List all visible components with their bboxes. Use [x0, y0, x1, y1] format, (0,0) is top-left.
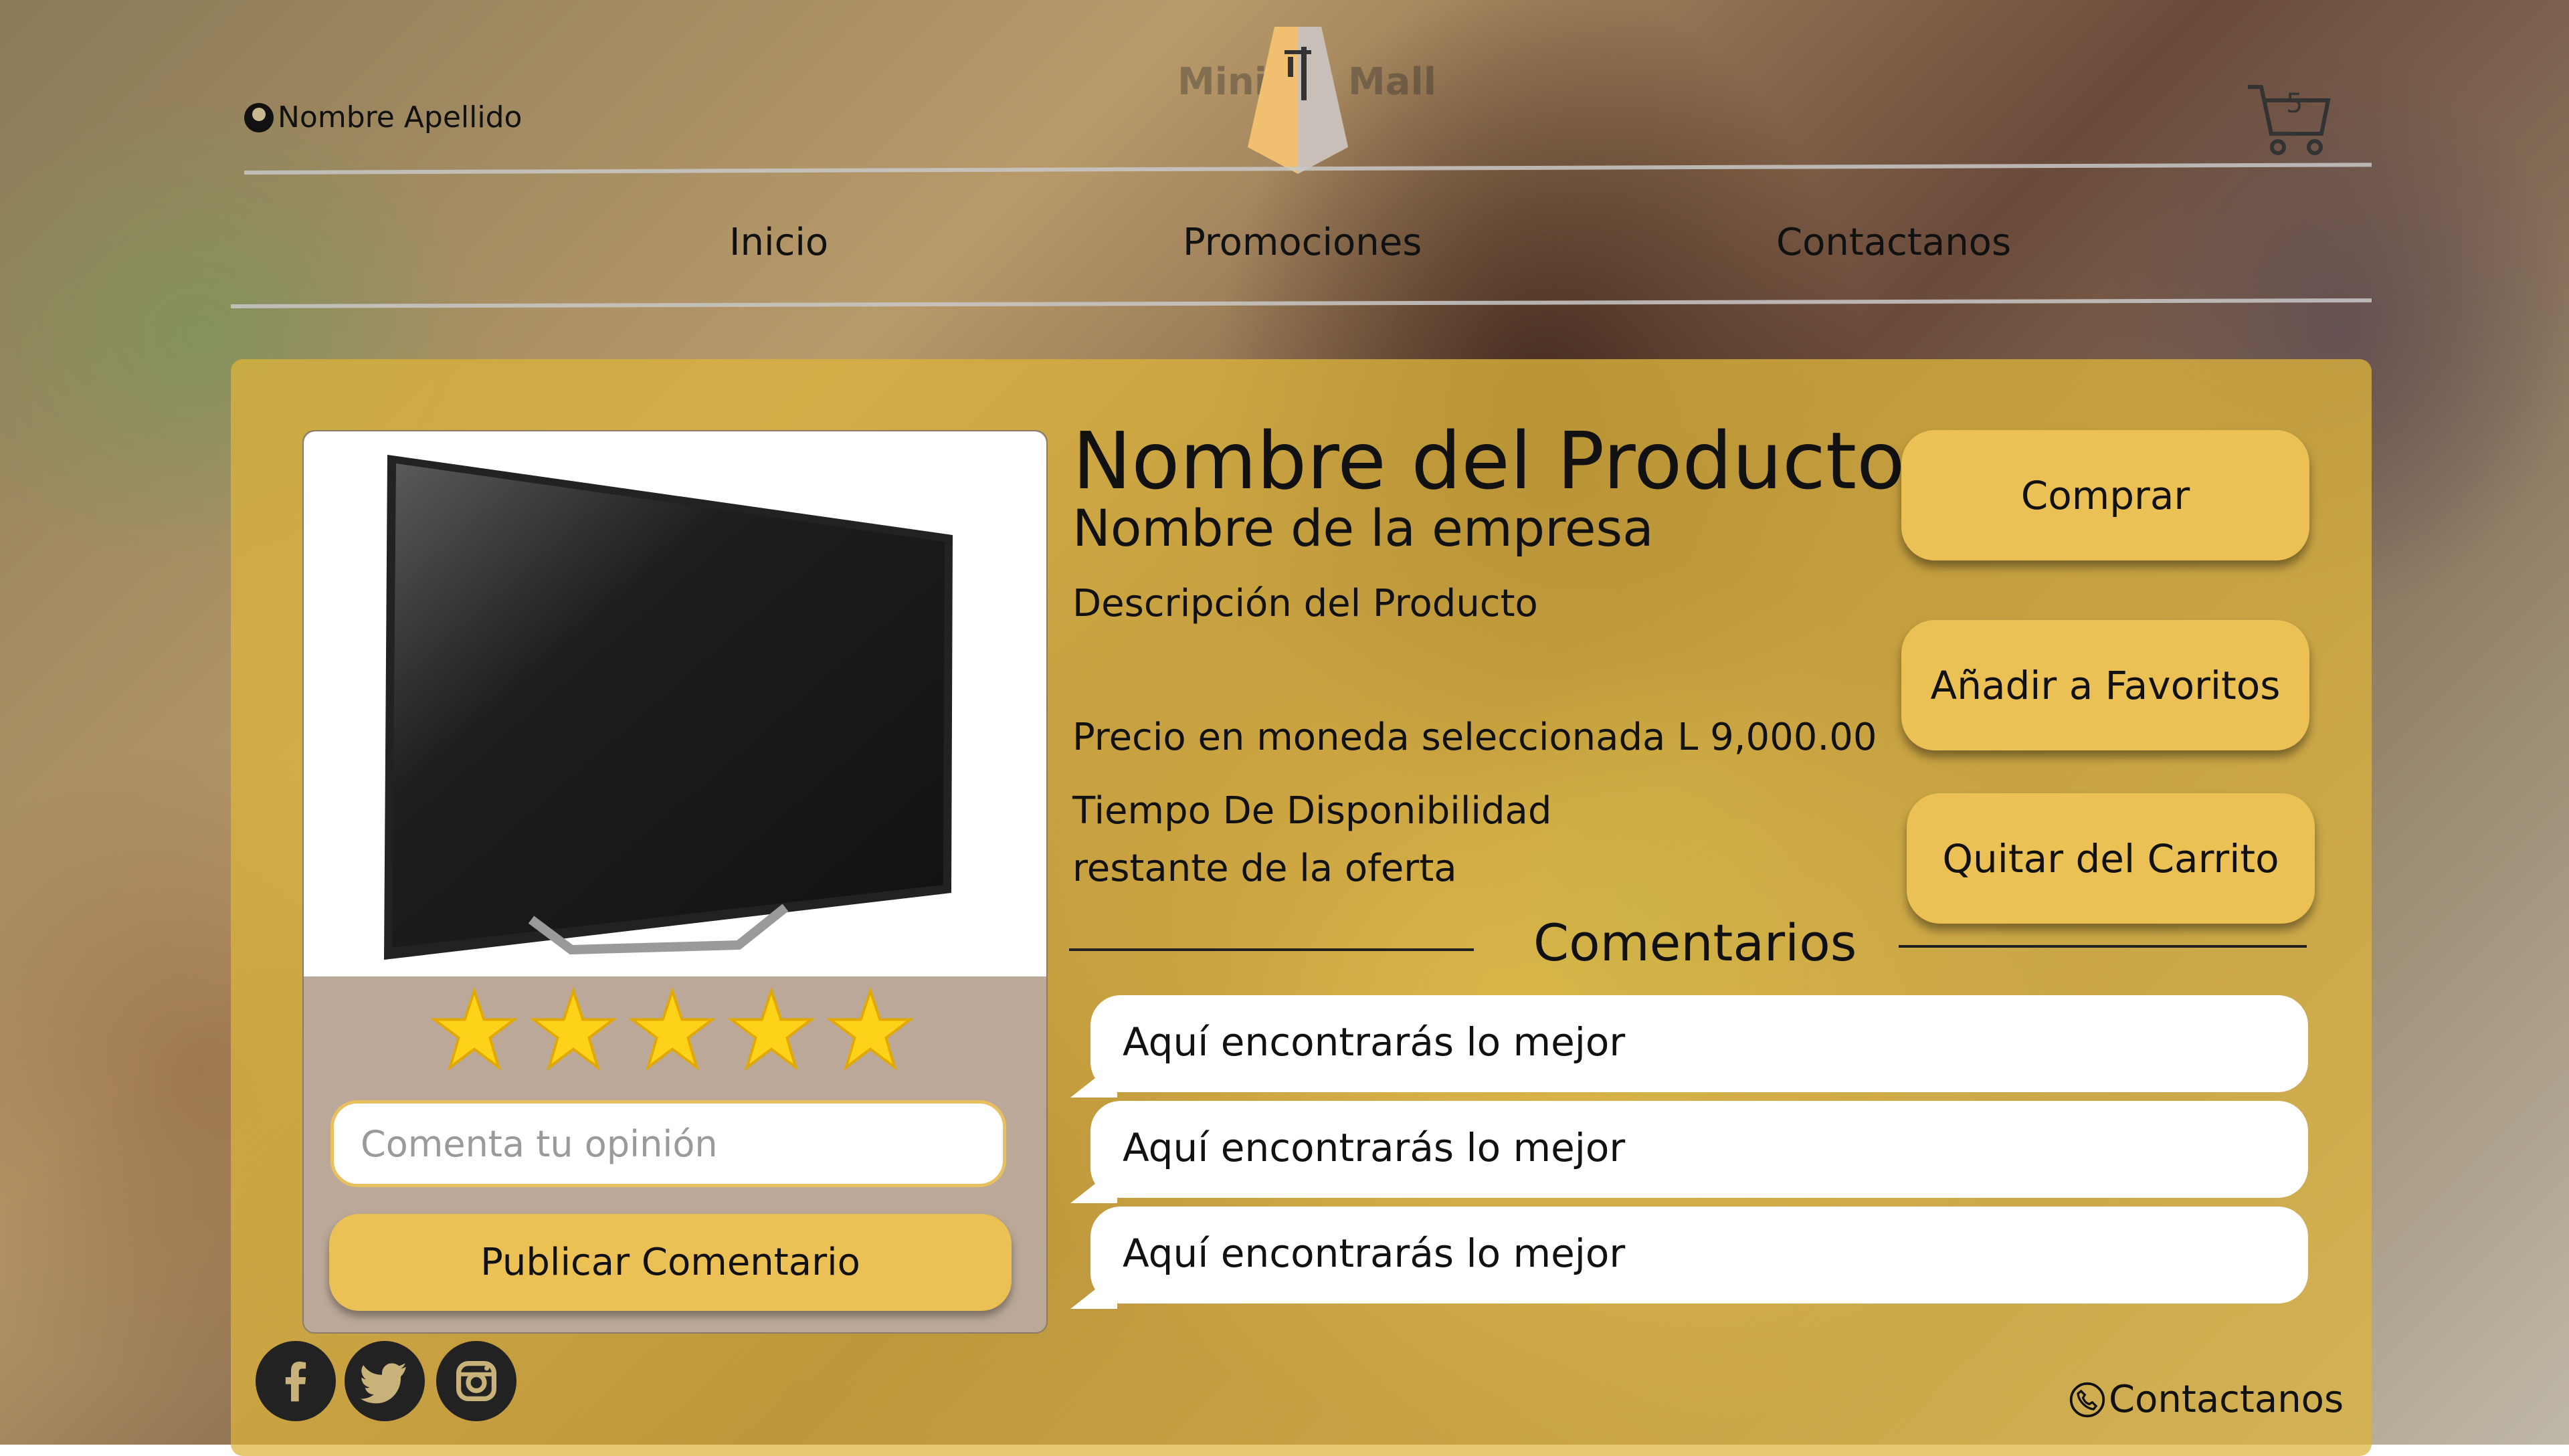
comment-text: Aquí encontrarás lo mejor — [1123, 1125, 1626, 1170]
nav-contactanos[interactable]: Contactanos — [1776, 221, 2011, 264]
user-profile[interactable]: Nombre Apellido — [244, 100, 522, 134]
company-name: Nombre de la empresa — [1072, 498, 1654, 558]
star-icon[interactable] — [827, 986, 914, 1073]
comment-bubble: Aquí encontrarás lo mejor — [1070, 1101, 2308, 1203]
user-icon — [244, 102, 274, 132]
instagram-icon[interactable] — [436, 1341, 516, 1421]
comment-bubble: Aquí encontrarás lo mejor — [1070, 995, 2308, 1098]
star-icon[interactable] — [431, 986, 518, 1073]
facebook-icon[interactable] — [256, 1341, 336, 1421]
product-image — [384, 455, 953, 960]
comments-divider-right — [1899, 945, 2307, 948]
footer-contact-link[interactable]: Contactanos — [2069, 1378, 2344, 1421]
product-description: Descripción del Producto — [1072, 582, 1538, 625]
availability-line-2: restante de la oferta — [1072, 847, 1457, 890]
availability-line-1: Tiempo De Disponibilidad — [1072, 789, 1552, 833]
phone-icon — [2069, 1382, 2105, 1417]
rating-stars[interactable] — [431, 986, 914, 1073]
footer-contact-label: Contactanos — [2109, 1378, 2344, 1421]
logo-text-right: Mall — [1348, 60, 1436, 104]
product-title: Nombre del Producto — [1072, 415, 1905, 507]
comments-divider-left — [1069, 948, 1474, 951]
nav-promociones[interactable]: Promociones — [1183, 221, 1422, 264]
add-favorite-button[interactable]: Añadir a Favoritos — [1901, 620, 2309, 750]
comment-text: Aquí encontrarás lo mejor — [1123, 1231, 1626, 1276]
twitter-icon[interactable] — [345, 1341, 425, 1421]
comment-bubble: Aquí encontrarás lo mejor — [1070, 1207, 2308, 1309]
cart-button[interactable]: 5 — [2245, 80, 2332, 161]
nav-inicio[interactable]: Inicio — [729, 221, 828, 264]
offer-availability: Tiempo De Disponibilidad restante de la … — [1072, 783, 1551, 898]
comments-title: Comentarios — [1533, 913, 1857, 972]
star-icon[interactable] — [728, 986, 815, 1073]
tower-icon — [1248, 27, 1348, 174]
product-price: Precio en moneda seleccionada L 9,000.00 — [1072, 716, 1877, 759]
remove-cart-button[interactable]: Quitar del Carrito — [1907, 793, 2315, 924]
star-icon[interactable] — [530, 986, 617, 1073]
publish-comment-button[interactable]: Publicar Comentario — [329, 1214, 1012, 1311]
product-image-card: Publicar Comentario — [302, 430, 1048, 1334]
comment-input[interactable] — [330, 1100, 1006, 1187]
buy-button[interactable]: Comprar — [1901, 430, 2309, 560]
star-icon[interactable] — [629, 986, 716, 1073]
cart-count: 5 — [2286, 88, 2303, 119]
logo[interactable]: Mini Mall — [1177, 20, 1438, 174]
product-image-frame — [304, 431, 1046, 976]
user-name: Nombre Apellido — [278, 100, 522, 134]
comment-text: Aquí encontrarás lo mejor — [1123, 1019, 1626, 1065]
